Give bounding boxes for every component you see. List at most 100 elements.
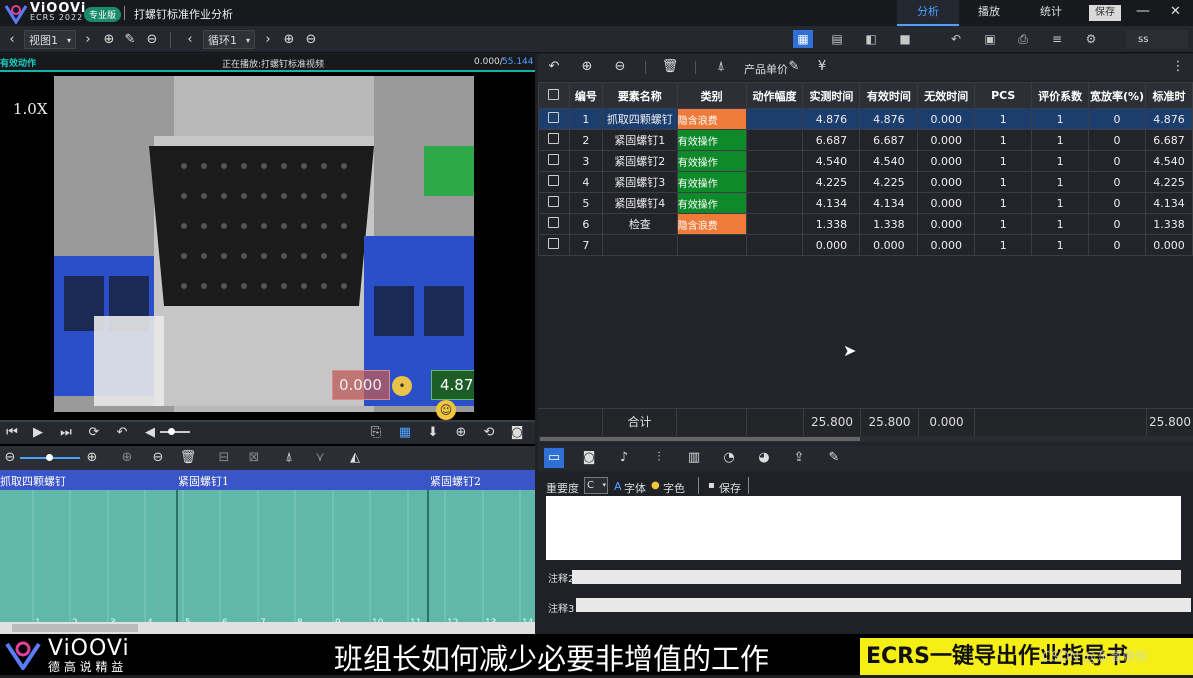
next-view-icon[interactable]: › xyxy=(78,30,98,50)
row-checkbox[interactable] xyxy=(548,238,560,249)
row-checkbox-cell[interactable] xyxy=(538,192,570,214)
minimize-icon[interactable]: — xyxy=(1136,3,1150,19)
cell-ineffective[interactable]: 0.000 xyxy=(917,150,976,172)
remove-view-icon[interactable]: ⊖ xyxy=(142,30,162,50)
search-input[interactable]: ss xyxy=(1126,30,1188,49)
save-note-icon[interactable]: ▪ xyxy=(708,480,715,491)
select-all-checkbox[interactable] xyxy=(548,88,560,100)
cell-amplitude[interactable] xyxy=(745,234,804,256)
cell-ineffective[interactable]: 0.000 xyxy=(917,129,976,151)
table-row[interactable]: 5 紧固螺钉4 有效操作 4.134 4.134 0.000 1 1 0 4.1… xyxy=(538,192,1193,214)
prev-frame-icon[interactable]: ⏮ xyxy=(2,423,22,443)
undo-icon[interactable]: ↶ xyxy=(946,30,966,48)
cell-no[interactable]: 1 xyxy=(568,108,603,130)
cell-rating[interactable]: 1 xyxy=(1031,129,1090,151)
cell-measured[interactable]: 1.338 xyxy=(802,213,861,235)
timeline-segment[interactable]: 紧固螺钉2 xyxy=(430,473,481,489)
column-header[interactable]: 标准时 xyxy=(1144,82,1193,109)
close-box-icon[interactable]: ⊠ xyxy=(244,448,264,468)
cell-amplitude[interactable] xyxy=(745,150,804,172)
camera-icon[interactable]: ◙ xyxy=(579,448,599,468)
note3-input[interactable] xyxy=(576,598,1191,612)
cell-name[interactable] xyxy=(601,234,678,256)
cell-amplitude[interactable] xyxy=(745,171,804,193)
cell-amplitude[interactable] xyxy=(745,129,804,151)
cell-amplitude[interactable] xyxy=(745,213,804,235)
cell-pcs[interactable]: 1 xyxy=(974,108,1033,130)
cell-standard[interactable]: 4.540 xyxy=(1144,150,1193,172)
video-progress-bar[interactable] xyxy=(0,420,535,422)
cell-category[interactable]: 隐含浪费 xyxy=(676,213,747,235)
row-checkbox[interactable] xyxy=(548,217,560,228)
cell-name[interactable]: 紧固螺钉2 xyxy=(601,150,678,172)
cell-amplitude[interactable] xyxy=(745,192,804,214)
cell-ineffective[interactable]: 0.000 xyxy=(917,234,976,256)
bar-chart-icon[interactable]: ▥ xyxy=(684,448,704,468)
volume-slider-handle[interactable] xyxy=(168,428,175,435)
row-checkbox-cell[interactable] xyxy=(538,213,570,235)
cell-rating[interactable]: 1 xyxy=(1031,171,1090,193)
column-header[interactable]: 动作幅度 xyxy=(745,82,804,109)
next-loop-icon[interactable]: › xyxy=(258,30,278,50)
edit-price-icon[interactable]: ✎ xyxy=(784,57,804,77)
row-checkbox-cell[interactable] xyxy=(538,234,570,256)
loop-icon[interactable]: ⟳ xyxy=(84,423,104,443)
cell-category[interactable] xyxy=(676,234,747,256)
tab-stats[interactable]: 统计 xyxy=(1020,0,1082,26)
timeline-track[interactable]: 1 2 3 4 5 6 7 8 9 10 11 12 13 14 xyxy=(0,470,535,634)
minus-box-icon[interactable]: ⊟ xyxy=(214,448,234,468)
sliders-icon[interactable]: ⫶ xyxy=(649,448,669,468)
row-checkbox-cell[interactable] xyxy=(538,129,570,151)
cell-rating[interactable]: 1 xyxy=(1031,108,1090,130)
timeline-zoom-handle[interactable] xyxy=(46,454,53,461)
remove-loop-icon[interactable]: ⊖ xyxy=(301,30,321,50)
remove-row-icon[interactable]: ⊖ xyxy=(610,57,630,77)
cell-allowance[interactable]: 0 xyxy=(1088,171,1146,193)
column-header[interactable]: 实测时间 xyxy=(802,82,861,109)
volume-icon[interactable]: ◀ xyxy=(140,423,160,443)
layout-split-icon[interactable]: ◧ xyxy=(861,30,881,48)
cell-category[interactable]: 隐含浪费 xyxy=(676,108,747,130)
layout-single-icon[interactable]: ■ xyxy=(895,30,915,48)
row-checkbox[interactable] xyxy=(548,133,560,144)
cell-standard[interactable]: 4.876 xyxy=(1144,108,1193,130)
cell-effective[interactable]: 4.540 xyxy=(859,150,919,172)
column-header[interactable]: 编号 xyxy=(568,82,603,109)
cell-allowance[interactable]: 0 xyxy=(1088,192,1146,214)
cell-effective[interactable]: 1.338 xyxy=(859,213,919,235)
person-icon[interactable]: ⍋ xyxy=(711,57,731,77)
download-icon[interactable]: ⬇ xyxy=(423,423,443,443)
trash-icon[interactable]: 🗑 xyxy=(178,448,198,468)
table-row[interactable]: 3 紧固螺钉2 有效操作 4.540 4.540 0.000 1 1 0 4.5… xyxy=(538,150,1193,172)
camera-icon[interactable]: ◙ xyxy=(507,423,527,443)
cell-ineffective[interactable]: 0.000 xyxy=(917,108,976,130)
cell-ineffective[interactable]: 0.000 xyxy=(917,213,976,235)
cell-allowance[interactable]: 0 xyxy=(1088,129,1146,151)
row-checkbox-cell[interactable] xyxy=(538,150,570,172)
cell-name[interactable]: 检查 xyxy=(601,213,678,235)
select-all-header[interactable] xyxy=(538,82,570,109)
zoom-in-icon[interactable]: ⊕ xyxy=(82,448,102,468)
importance-select[interactable]: C ▾ xyxy=(584,477,608,494)
cell-no[interactable]: 4 xyxy=(568,171,603,193)
timeline-scrollbar[interactable] xyxy=(0,622,535,634)
cell-standard[interactable]: 0.000 xyxy=(1144,234,1193,256)
more-options-icon[interactable]: ⋮ xyxy=(1168,57,1188,77)
column-header[interactable]: 有效时间 xyxy=(859,82,919,109)
edit-view-icon[interactable]: ✎ xyxy=(120,30,140,50)
cell-category[interactable]: 有效操作 xyxy=(676,171,747,193)
print-icon[interactable]: ⎙ xyxy=(1013,30,1033,48)
cell-name[interactable]: 抓取四颗螺钉 xyxy=(601,108,678,130)
cell-category[interactable]: 有效操作 xyxy=(676,192,747,214)
image-upload-icon[interactable]: ⇪ xyxy=(789,448,809,468)
volume-slider[interactable] xyxy=(160,431,190,433)
cell-effective[interactable]: 4.225 xyxy=(859,171,919,193)
view-select[interactable]: 视图1 ▾ xyxy=(24,30,76,49)
cell-standard[interactable]: 1.338 xyxy=(1144,213,1193,235)
cell-effective[interactable]: 6.687 xyxy=(859,129,919,151)
cell-pcs[interactable]: 1 xyxy=(974,234,1033,256)
table-row[interactable]: 4 紧固螺钉3 有效操作 4.225 4.225 0.000 1 1 0 4.2… xyxy=(538,171,1193,193)
cell-effective[interactable]: 4.134 xyxy=(859,192,919,214)
pen-icon[interactable]: ✎ xyxy=(824,448,844,468)
timeline-segment[interactable]: 抓取四颗螺钉 xyxy=(0,473,66,489)
